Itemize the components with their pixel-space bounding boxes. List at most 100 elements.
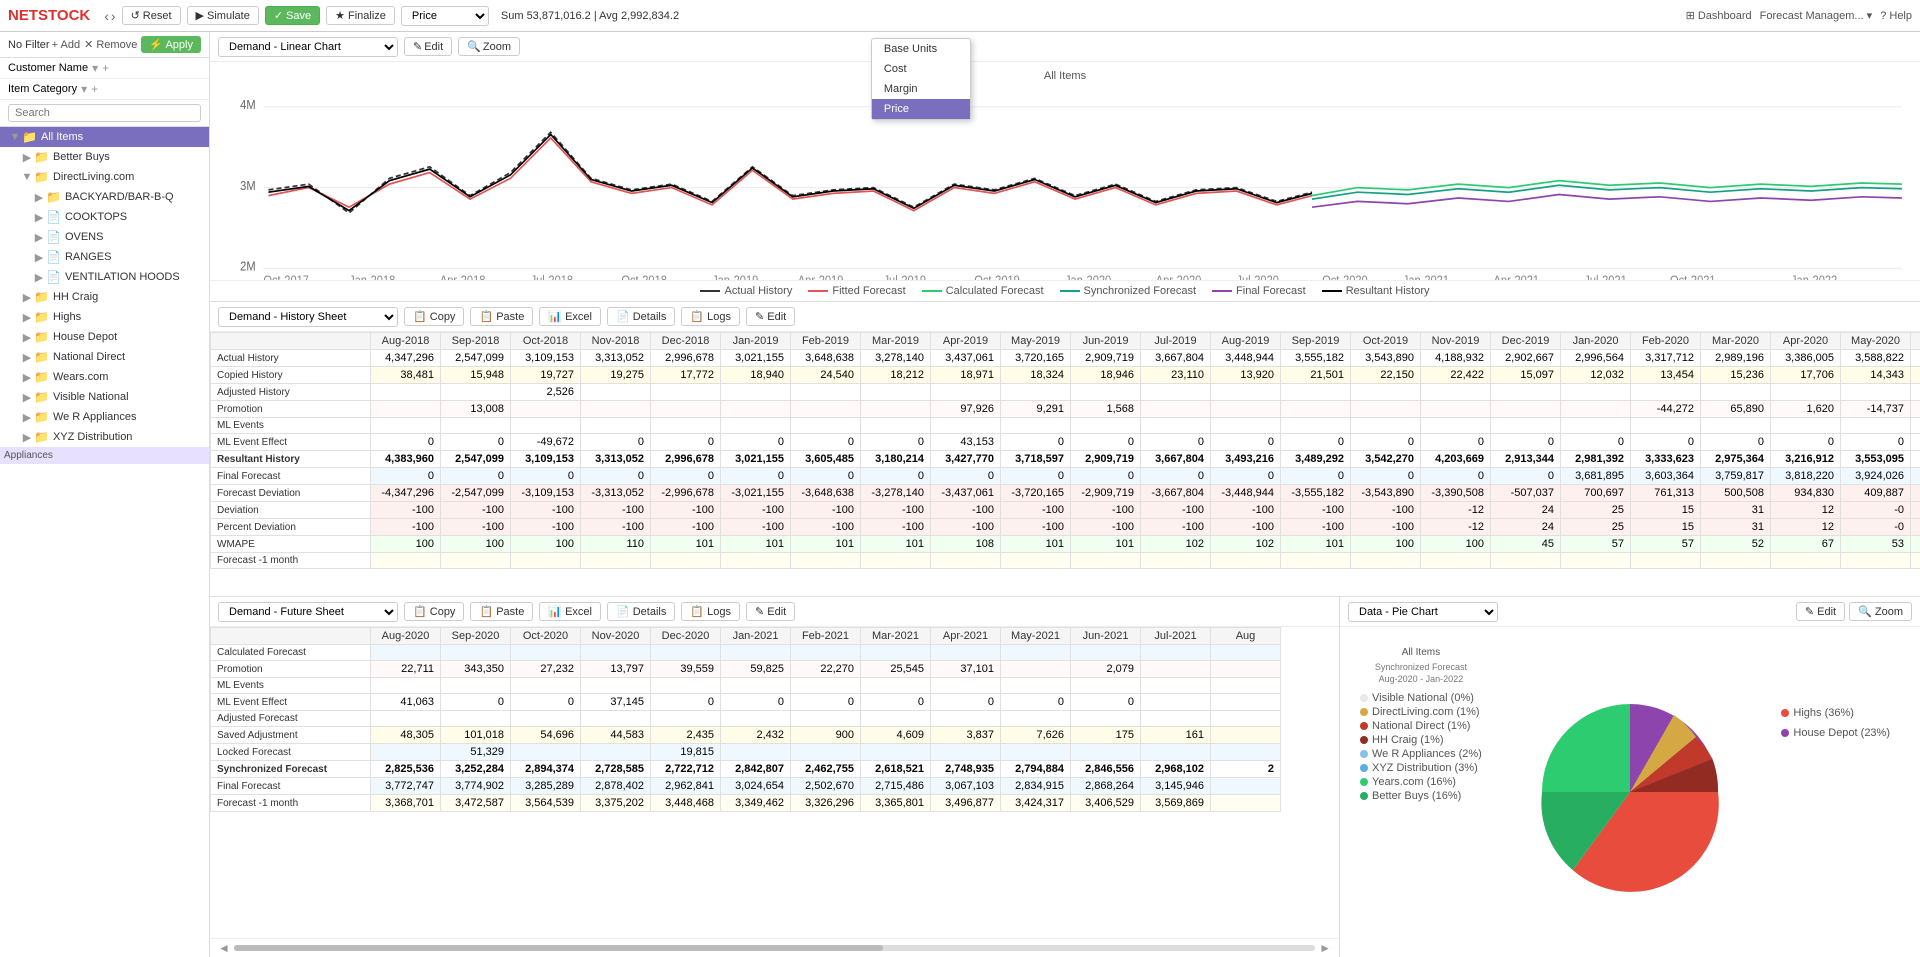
table-cell[interactable]	[1561, 384, 1631, 401]
table-cell[interactable]: 67	[1771, 536, 1841, 553]
table-cell[interactable]: 3,493,216	[1211, 451, 1281, 468]
table-cell[interactable]	[441, 384, 511, 401]
table-cell[interactable]: 2,842,807	[721, 761, 791, 778]
table-cell[interactable]	[1841, 553, 1911, 569]
table-cell[interactable]: 14,343	[1841, 367, 1911, 384]
table-cell[interactable]	[1211, 727, 1281, 744]
table-cell[interactable]	[371, 401, 441, 418]
table-cell[interactable]: 43,153	[931, 434, 1001, 451]
table-cell[interactable]	[1631, 384, 1701, 401]
tree-item-wears[interactable]: ▶ 📁 Wears.com	[0, 367, 209, 387]
table-cell[interactable]: 0	[581, 468, 651, 485]
table-cell[interactable]: 2,432	[721, 727, 791, 744]
table-cell[interactable]	[371, 645, 441, 661]
table-cell[interactable]: 2,526	[511, 384, 581, 401]
table-cell[interactable]	[1211, 711, 1281, 727]
table-cell[interactable]	[1211, 694, 1281, 711]
table-cell[interactable]: 700,697	[1561, 485, 1631, 502]
chart-zoom-button[interactable]: 🔍 Zoom	[458, 37, 520, 56]
table-cell[interactable]	[581, 744, 651, 761]
table-cell[interactable]: 19,727	[511, 367, 581, 384]
table-cell[interactable]: -3,720,165	[1001, 485, 1071, 502]
table-cell[interactable]: 12	[1771, 519, 1841, 536]
table-cell[interactable]	[371, 384, 441, 401]
table-cell[interactable]	[791, 744, 861, 761]
future-paste-button[interactable]: 📋 Paste	[470, 602, 533, 621]
table-cell[interactable]: 102	[1211, 536, 1281, 553]
table-cell[interactable]: 761,313	[1631, 485, 1701, 502]
tree-toggle-house[interactable]: ▶	[20, 331, 34, 344]
table-cell[interactable]: -3,390,508	[1421, 485, 1491, 502]
table-cell[interactable]: 0	[1211, 468, 1281, 485]
table-cell[interactable]: -100	[1001, 519, 1071, 536]
table-cell[interactable]: -100	[581, 519, 651, 536]
table-cell[interactable]	[861, 401, 931, 418]
table-cell[interactable]: -100	[511, 519, 581, 536]
table-cell[interactable]: 3,109,153	[511, 451, 581, 468]
tree-toggle-wer[interactable]: ▶	[20, 411, 34, 424]
tree-item-we-r-appliances[interactable]: ▶ 📁 We R Appliances	[0, 407, 209, 427]
table-cell[interactable]: 0	[1351, 468, 1421, 485]
table-cell[interactable]: 3,718,597	[1001, 451, 1071, 468]
table-cell[interactable]: -100	[931, 502, 1001, 519]
tree-toggle-ranges[interactable]: ▶	[32, 251, 46, 264]
table-cell[interactable]: 2,975,364	[1701, 451, 1771, 468]
table-cell[interactable]	[1071, 678, 1141, 694]
add-filter-button[interactable]: + Add	[52, 36, 80, 53]
table-cell[interactable]	[1911, 350, 1920, 367]
table-cell[interactable]: 0	[791, 468, 861, 485]
table-cell[interactable]	[1771, 418, 1841, 434]
table-cell[interactable]	[441, 553, 511, 569]
pie-edit-button[interactable]: ✎ Edit	[1796, 602, 1845, 621]
tree-item-hh-craig[interactable]: ▶ 📁 HH Craig	[0, 287, 209, 307]
table-cell[interactable]	[1001, 678, 1071, 694]
table-cell[interactable]: 3,543,890	[1351, 350, 1421, 367]
scroll-right-icon[interactable]: ►	[1319, 941, 1331, 955]
table-cell[interactable]: 2,502,670	[791, 778, 861, 795]
table-cell[interactable]: 3,603,364	[1631, 468, 1701, 485]
table-cell[interactable]	[861, 744, 931, 761]
table-cell[interactable]	[651, 401, 721, 418]
table-cell[interactable]: 2,996,564	[1561, 350, 1631, 367]
tree-toggle-all[interactable]: ▼	[8, 131, 22, 143]
table-cell[interactable]: 0	[791, 694, 861, 711]
table-cell[interactable]: 18,940	[721, 367, 791, 384]
table-cell[interactable]: 2,846,556	[1071, 761, 1141, 778]
remove-filter-button[interactable]: ✕ Remove	[84, 36, 137, 53]
table-cell[interactable]	[791, 553, 861, 569]
cost-select[interactable]: Cost Price Base Units Margin	[401, 6, 489, 26]
future-title-select[interactable]: Demand - Future Sheet	[218, 602, 398, 622]
table-cell[interactable]	[371, 744, 441, 761]
table-cell[interactable]	[1071, 744, 1141, 761]
table-cell[interactable]: 3,021,155	[721, 350, 791, 367]
table-cell[interactable]: 500,508	[1701, 485, 1771, 502]
tree-item-ovens[interactable]: ▶ 📄 OVENS	[0, 227, 209, 247]
table-cell[interactable]: 0	[441, 434, 511, 451]
future-excel-button[interactable]: 📊 Excel	[539, 602, 601, 621]
table-cell[interactable]	[1071, 553, 1141, 569]
table-cell[interactable]: 101	[651, 536, 721, 553]
table-cell[interactable]	[371, 553, 441, 569]
table-cell[interactable]: -100	[1351, 519, 1421, 536]
tree-item-better-buys[interactable]: ▶ 📁 Better Buys	[0, 147, 209, 167]
table-cell[interactable]: 44,583	[581, 727, 651, 744]
table-cell[interactable]: 343,350	[441, 661, 511, 678]
table-cell[interactable]: 22,270	[791, 661, 861, 678]
table-cell[interactable]: 0	[721, 694, 791, 711]
forecast-mgmt-button[interactable]: Forecast Managem... ▾	[1760, 9, 1873, 22]
table-cell[interactable]	[721, 384, 791, 401]
table-cell[interactable]: 1,620	[1771, 401, 1841, 418]
table-cell[interactable]: 24,540	[791, 367, 861, 384]
table-cell[interactable]: 2,909,719	[1071, 451, 1141, 468]
table-cell[interactable]	[371, 711, 441, 727]
table-cell[interactable]	[651, 678, 721, 694]
future-edit-button[interactable]: ✎ Edit	[746, 602, 795, 621]
table-cell[interactable]: 2,878,402	[581, 778, 651, 795]
table-cell[interactable]	[1421, 418, 1491, 434]
table-cell[interactable]: 3,278,140	[861, 350, 931, 367]
table-cell[interactable]: 3,317,712	[1631, 350, 1701, 367]
tree-toggle-better[interactable]: ▶	[20, 151, 34, 164]
table-cell[interactable]: -100	[1071, 502, 1141, 519]
table-cell[interactable]: 37,101	[931, 661, 1001, 678]
table-cell[interactable]	[1421, 553, 1491, 569]
